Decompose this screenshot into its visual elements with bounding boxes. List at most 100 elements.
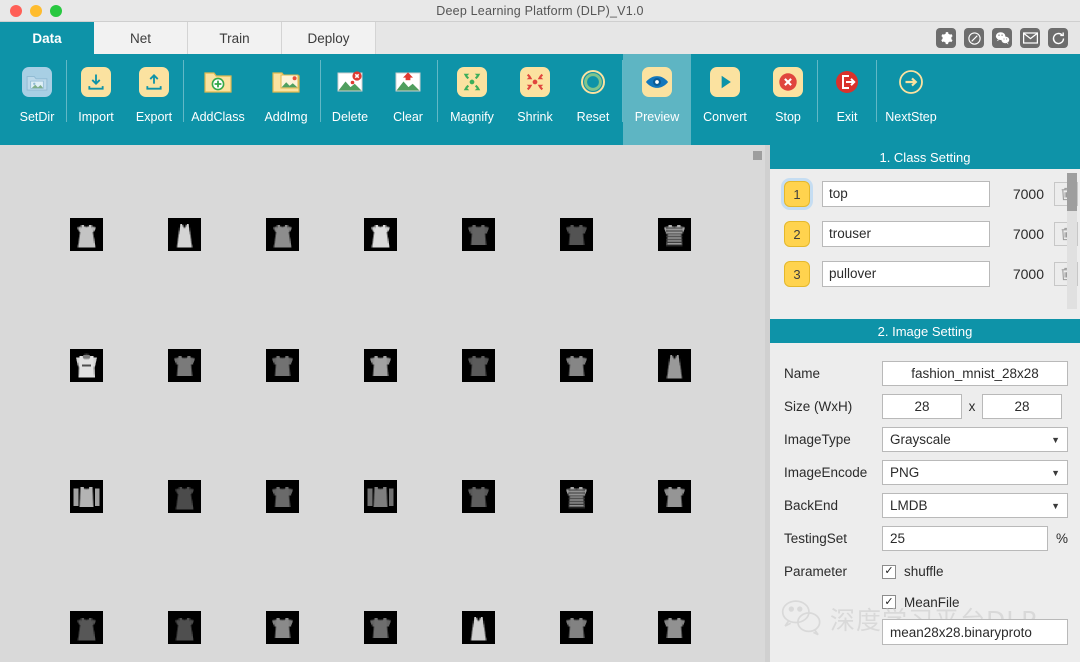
tab-net[interactable]: Net — [94, 22, 188, 54]
refresh-icon[interactable] — [1048, 28, 1068, 48]
image-thumbnail[interactable] — [266, 218, 299, 251]
image-thumbnail[interactable] — [658, 218, 691, 251]
compass-icon[interactable] — [964, 28, 984, 48]
image-thumbnail[interactable] — [168, 611, 201, 644]
imageencode-select[interactable]: PNG ▼ — [882, 460, 1068, 485]
parameter-label: Parameter — [784, 564, 848, 579]
class-row-1[interactable]: 1 top 7000 — [770, 179, 1080, 209]
image-thumbnail[interactable] — [462, 480, 495, 513]
magnify-icon — [453, 63, 491, 101]
toolbar-magnify[interactable]: Magnify — [438, 54, 506, 145]
preview-scrollbar[interactable] — [753, 151, 762, 160]
class-index-2: 2 — [784, 221, 810, 247]
image-thumbnail[interactable] — [70, 480, 103, 513]
toolbar-convert[interactable]: Convert — [691, 54, 759, 145]
toolbar-delete-label: Delete — [331, 110, 369, 124]
meanfile-input[interactable]: mean28x28.binaryproto — [882, 619, 1068, 645]
toolbar-nextstep[interactable]: NextStep — [877, 54, 945, 145]
toolbar-delete[interactable]: Delete — [321, 54, 379, 145]
toolbar-clear[interactable]: Clear — [379, 54, 437, 145]
image-thumbnail[interactable] — [462, 611, 495, 644]
image-thumbnail[interactable] — [560, 349, 593, 382]
image-thumbnail[interactable] — [168, 480, 201, 513]
class-row-3[interactable]: 3 pullover 7000 — [770, 259, 1080, 289]
image-thumbnail[interactable] — [560, 218, 593, 251]
image-thumbnail[interactable] — [364, 480, 397, 513]
image-thumbnail[interactable] — [266, 349, 299, 382]
image-thumbnail[interactable] — [266, 611, 299, 644]
class-row-2[interactable]: 2 trouser 7000 — [770, 219, 1080, 249]
wechat-icon[interactable] — [992, 28, 1012, 48]
imagetype-select[interactable]: Grayscale ▼ — [882, 427, 1068, 452]
backend-value: LMDB — [890, 498, 928, 513]
image-thumbnail[interactable] — [462, 349, 495, 382]
name-label: Name — [784, 366, 821, 381]
tab-train-label: Train — [219, 30, 250, 46]
tab-data-label: Data — [32, 30, 62, 46]
tab-train[interactable]: Train — [188, 22, 282, 54]
toolbar-addclass[interactable]: AddClass — [184, 54, 252, 145]
image-thumbnail[interactable] — [70, 611, 103, 644]
folder-plus-icon — [199, 63, 237, 101]
meanfile-checkbox[interactable]: ✓ MeanFile — [882, 595, 960, 610]
image-thumbnail[interactable] — [658, 480, 691, 513]
import-down-icon — [77, 63, 115, 101]
size-height-input[interactable]: 28 — [982, 394, 1062, 419]
testingset-unit: % — [1056, 531, 1069, 546]
image-thumbnail[interactable] — [560, 611, 593, 644]
window-title: Deep Learning Platform (DLP)_V1.0 — [436, 3, 644, 18]
toolbar-reset[interactable]: Reset — [564, 54, 622, 145]
toolbar-shrink[interactable]: Shrink — [506, 54, 564, 145]
image-thumbnail[interactable] — [462, 218, 495, 251]
testingset-input[interactable]: 25 — [882, 526, 1048, 551]
parameter-row: Parameter ✓ shuffle — [770, 555, 1080, 588]
toolbar-reset-label: Reset — [576, 110, 610, 124]
image-thumbnail[interactable] — [658, 349, 691, 382]
toolbar-convert-label: Convert — [703, 110, 747, 124]
shuffle-checkbox[interactable]: ✓ shuffle — [882, 564, 944, 579]
image-thumbnail[interactable] — [168, 349, 201, 382]
tab-data[interactable]: Data — [0, 22, 94, 54]
toolbar-export[interactable]: Export — [125, 54, 183, 145]
toolbar-exit[interactable]: Exit — [818, 54, 876, 145]
imageencode-label: ImageEncode — [784, 465, 868, 480]
shrink-icon — [516, 63, 554, 101]
toolbar-addclass-label: AddClass — [191, 110, 245, 124]
backend-select[interactable]: LMDB ▼ — [882, 493, 1068, 518]
titlebar-icon-group — [936, 22, 1080, 54]
testingset-label: TestingSet — [784, 531, 848, 546]
image-thumbnail[interactable] — [266, 480, 299, 513]
mail-icon[interactable] — [1020, 28, 1040, 48]
toolbar-setdir[interactable]: SetDir — [8, 54, 66, 145]
backend-row: BackEnd LMDB ▼ — [770, 489, 1080, 522]
image-thumbnail[interactable] — [364, 611, 397, 644]
class-name-input-2[interactable]: trouser — [822, 221, 990, 247]
class-name-input-1[interactable]: top — [822, 181, 990, 207]
toolbar-stop[interactable]: Stop — [759, 54, 817, 145]
class-list-scrollbar[interactable] — [1067, 173, 1077, 309]
toolbar-setdir-label: SetDir — [19, 110, 55, 124]
image-thumbnail[interactable] — [168, 218, 201, 251]
size-width-input[interactable]: 28 — [882, 394, 962, 419]
image-thumbnail[interactable] — [560, 480, 593, 513]
toolbar-preview[interactable]: Preview — [623, 54, 691, 145]
image-thumbnail[interactable] — [658, 611, 691, 644]
play-convert-icon — [706, 63, 744, 101]
image-thumbnail[interactable] — [70, 349, 103, 382]
image-setting-form: Name fashion_mnist_28x28 Size (WxH) 28 x… — [770, 343, 1080, 616]
class-name-input-3[interactable]: pullover — [822, 261, 990, 287]
folder-image-icon — [18, 63, 56, 101]
toolbar-addimg[interactable]: AddImg — [252, 54, 320, 145]
class-list-scroll-thumb[interactable] — [1067, 173, 1077, 211]
imageencode-value: PNG — [890, 465, 920, 480]
image-thumbnail[interactable] — [364, 349, 397, 382]
toolbar-nextstep-label: NextStep — [885, 110, 937, 124]
class-setting-header: 1. Class Setting — [770, 145, 1080, 169]
image-preview-area[interactable] — [0, 145, 765, 662]
image-thumbnail[interactable] — [70, 218, 103, 251]
tab-deploy[interactable]: Deploy — [282, 22, 376, 54]
gear-icon[interactable] — [936, 28, 956, 48]
image-thumbnail[interactable] — [364, 218, 397, 251]
toolbar-import[interactable]: Import — [67, 54, 125, 145]
name-input[interactable]: fashion_mnist_28x28 — [882, 361, 1068, 386]
